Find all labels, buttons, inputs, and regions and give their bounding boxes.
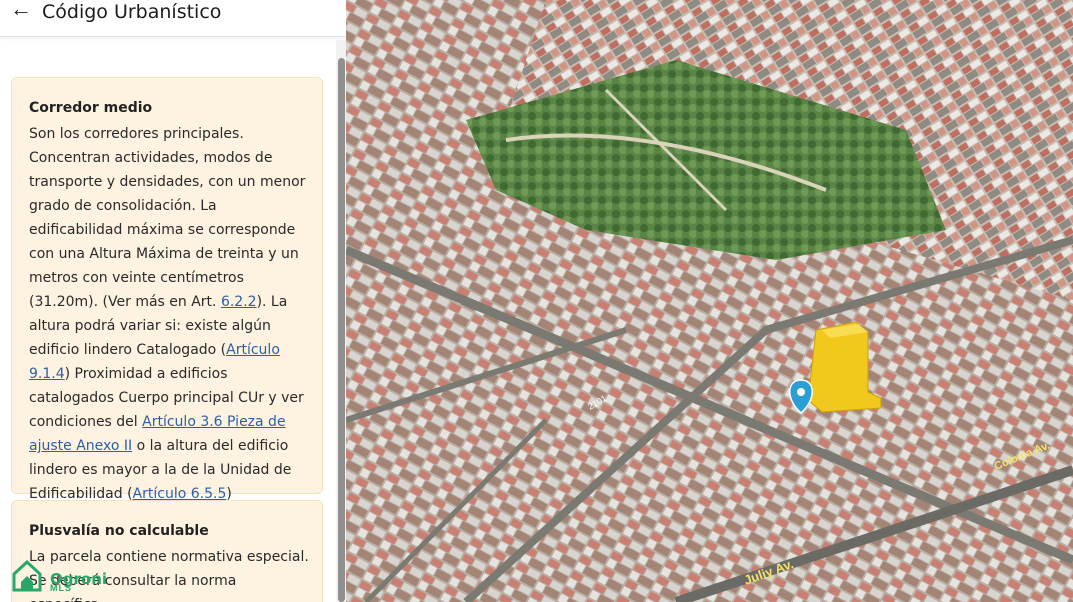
scrollbar-thumb[interactable]: [338, 58, 345, 602]
brand-sub: MLS: [50, 583, 72, 593]
page-title: Código Urbanístico: [42, 1, 222, 23]
arrow-left-icon[interactable]: ←: [10, 0, 32, 20]
map-view[interactable]: Juliy Av. Colonia Av. 2101: [346, 0, 1073, 602]
card-heading: Corredor medio: [29, 100, 153, 116]
card-heading: Plusvalía no calculable: [29, 523, 209, 539]
panel-header: ← Código Urbanístico: [0, 0, 346, 37]
article-link-6-2-2[interactable]: 6.2.2: [221, 294, 257, 310]
body-text: Son los corredores principales. Concentr…: [29, 126, 306, 310]
zoning-info-card: Corredor medio Son los corredores princi…: [11, 77, 323, 502]
aerial-map[interactable]: Juliy Av. Colonia Av. 2101: [346, 0, 1073, 602]
card-body: Son los corredores principales. Concentr…: [29, 122, 314, 506]
side-panel: ← Código Urbanístico Corredor medio Son …: [0, 0, 346, 602]
